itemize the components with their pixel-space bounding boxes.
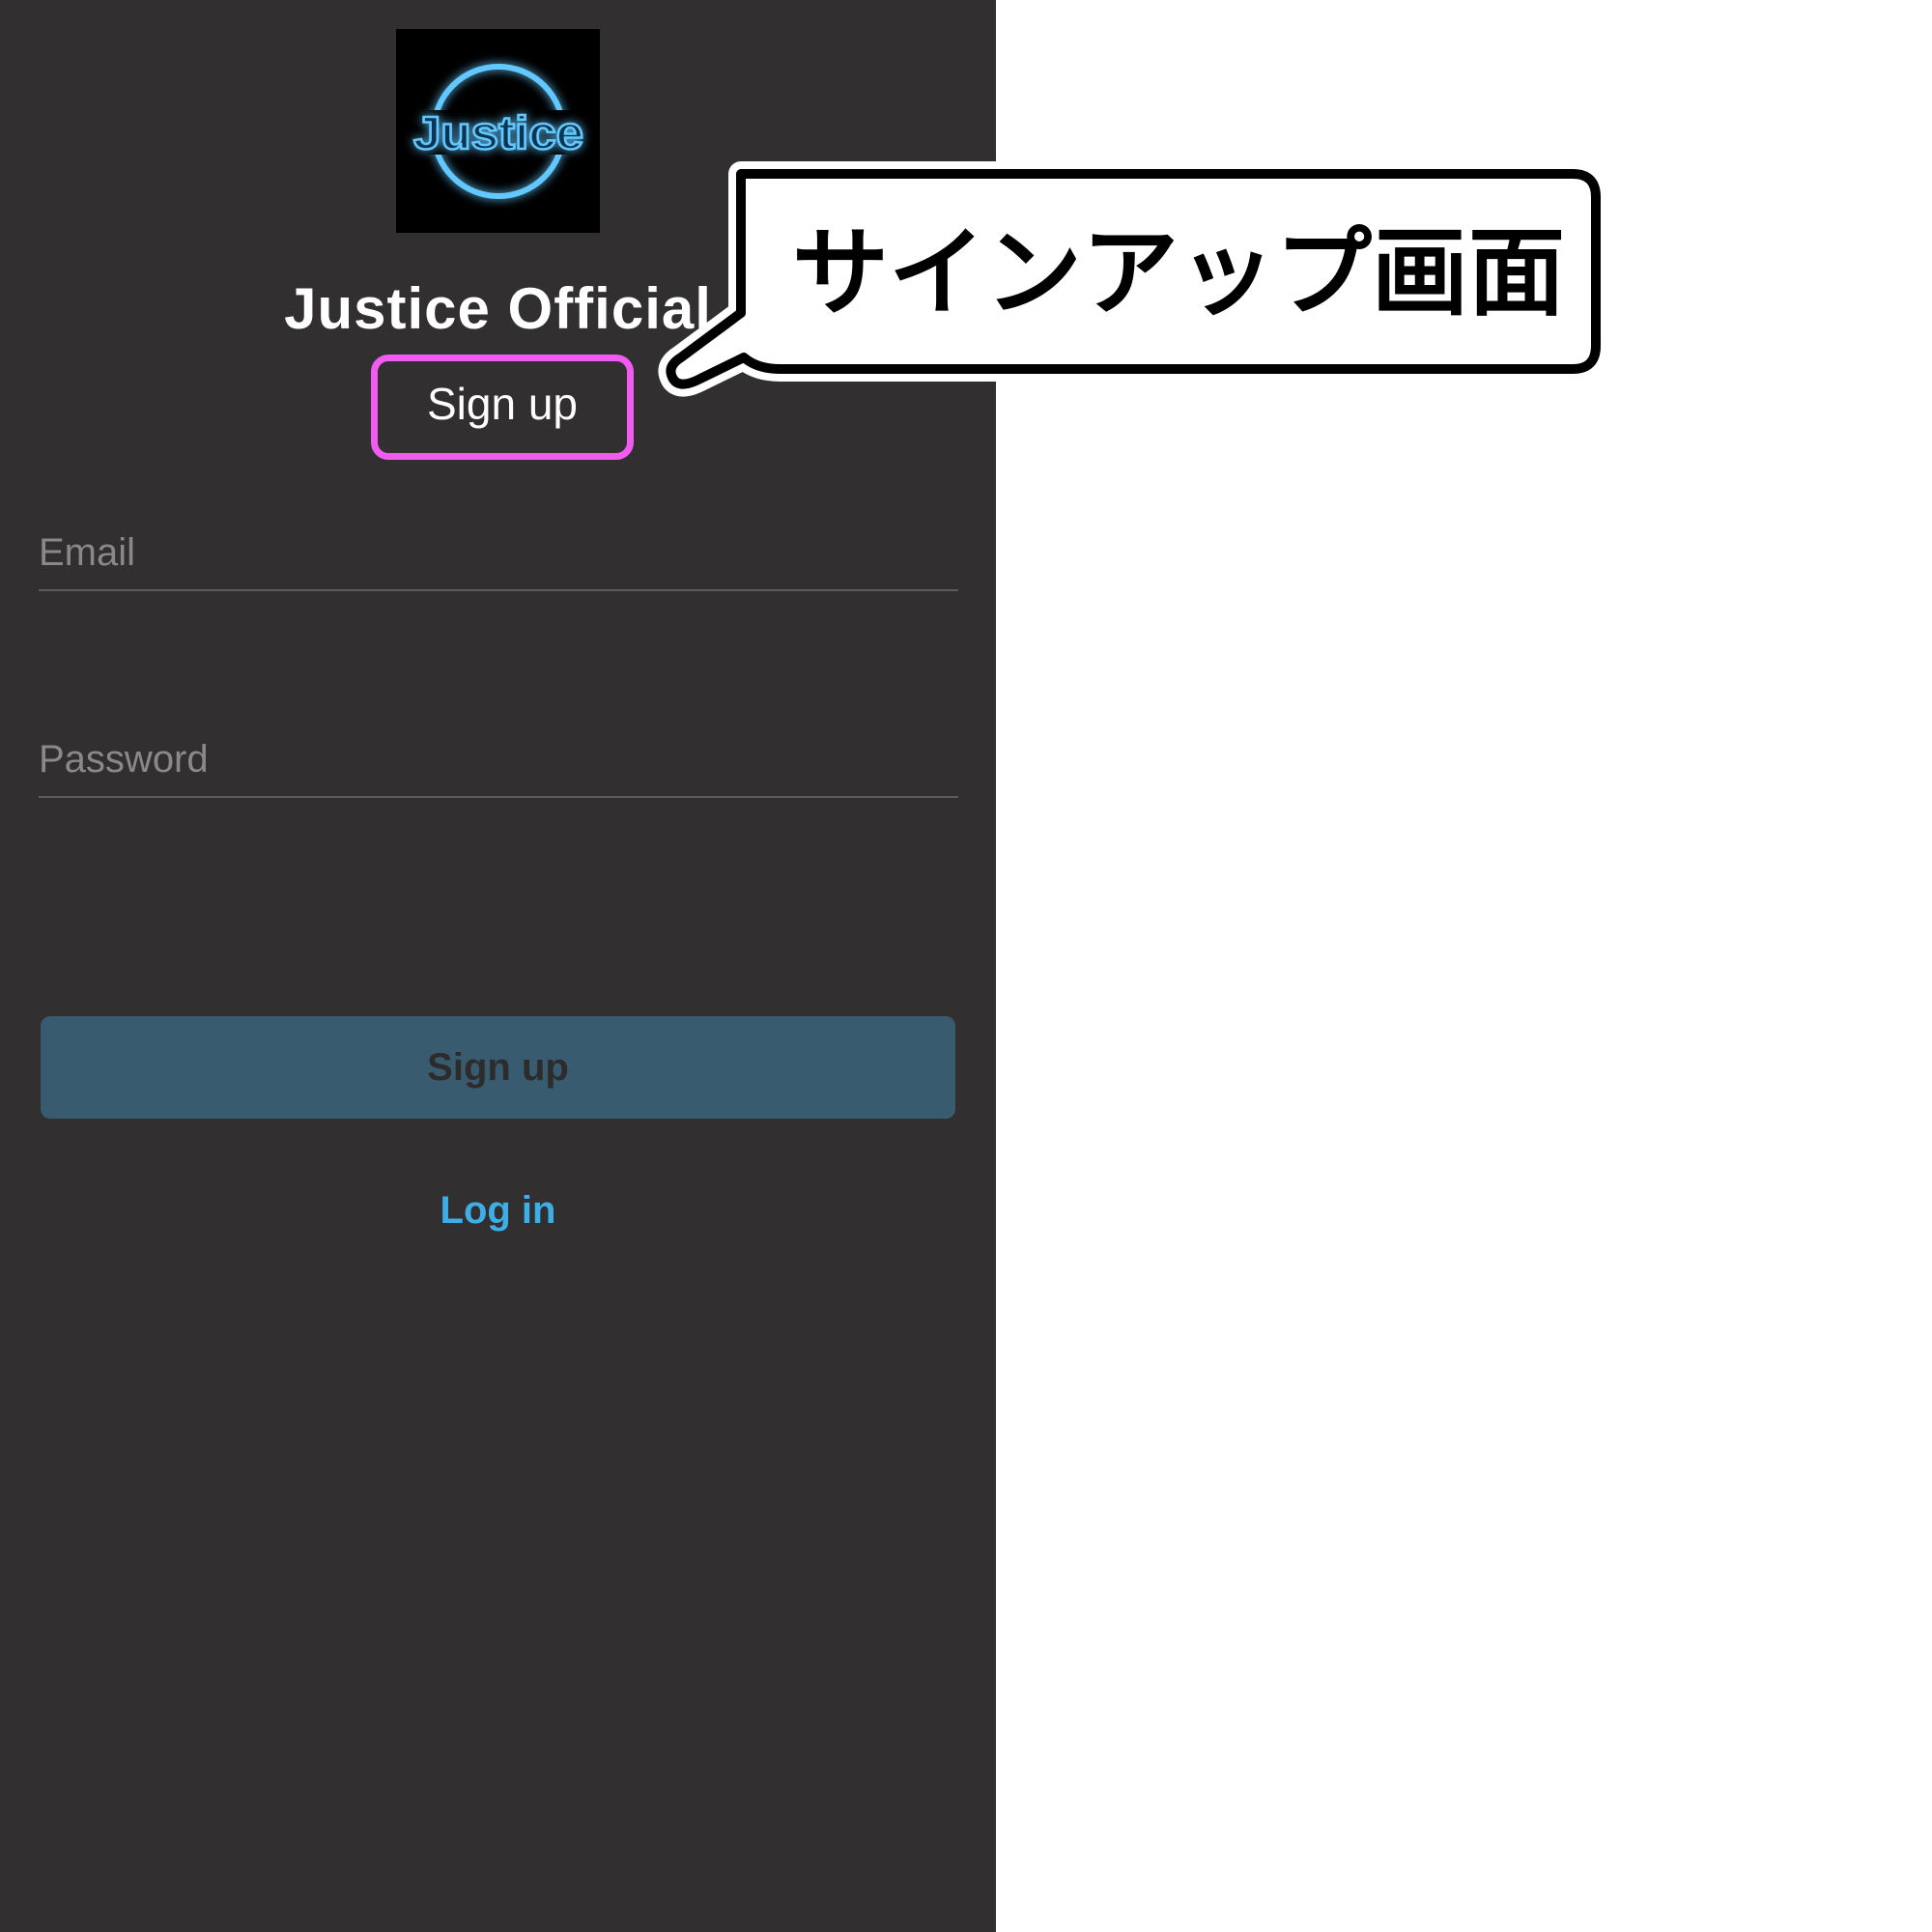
- app-logo: Justice: [396, 29, 600, 233]
- signup-button[interactable]: Sign up: [41, 1016, 955, 1119]
- login-link[interactable]: Log in: [0, 1184, 996, 1236]
- password-field: [39, 728, 958, 798]
- logo-wordmark: Justice: [413, 108, 583, 159]
- email-field: [39, 522, 958, 591]
- form-heading: Sign up: [426, 379, 578, 429]
- password-input[interactable]: [39, 728, 958, 790]
- callout-label: サインアップ画面: [792, 216, 1565, 329]
- form-heading-highlight: Sign up: [371, 355, 634, 460]
- email-input[interactable]: [39, 522, 958, 583]
- neon-circle-logo-icon: Justice: [410, 64, 586, 199]
